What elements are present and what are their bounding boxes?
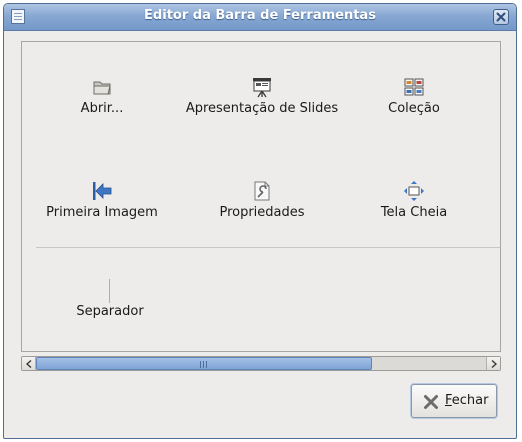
close-icon bbox=[496, 12, 506, 22]
window-close-button[interactable] bbox=[493, 9, 509, 25]
close-x-icon bbox=[424, 395, 438, 409]
toolbar-item-label: Primeira Imagem bbox=[46, 205, 158, 220]
separator-preview-line bbox=[109, 279, 110, 303]
toolbar-items-panel: Abrir... Apresentação de Slides Coleção … bbox=[21, 41, 501, 352]
collection-icon bbox=[404, 78, 424, 96]
toolbar-item-label: Separador bbox=[76, 304, 144, 319]
toolbar-item-label: Propriedades bbox=[219, 205, 305, 220]
toolbar-item-open[interactable]: Abrir... bbox=[22, 76, 182, 116]
toolbar-item-properties[interactable]: Propriedades bbox=[182, 180, 342, 220]
scroll-left-button[interactable] bbox=[22, 357, 36, 370]
close-button-label: Fechar bbox=[445, 393, 489, 408]
title-bar[interactable]: Editor da Barra de Ferramentas bbox=[4, 4, 516, 31]
toolbar-item-label: Coleção bbox=[388, 101, 440, 116]
section-divider bbox=[36, 247, 500, 248]
toolbar-item-fullscreen[interactable]: Tela Cheia bbox=[334, 180, 494, 220]
slideshow-icon bbox=[253, 78, 271, 98]
toolbar-item-first-image[interactable]: Primeira Imagem bbox=[22, 180, 182, 220]
toolbar-item-collection[interactable]: Coleção bbox=[334, 76, 494, 116]
toolbar-item-separator[interactable]: Separador bbox=[30, 304, 190, 319]
properties-icon bbox=[254, 181, 270, 201]
close-button[interactable]: Fechar bbox=[411, 384, 497, 418]
fullscreen-icon bbox=[404, 181, 424, 201]
toolbar-item-label: Abrir... bbox=[80, 101, 124, 116]
toolbar-item-label: Tela Cheia bbox=[380, 205, 448, 220]
chevron-left-icon bbox=[26, 360, 32, 368]
grip-icon bbox=[200, 361, 209, 368]
chevron-right-icon bbox=[491, 360, 497, 368]
window-title: Editor da Barra de Ferramentas bbox=[144, 8, 376, 23]
toolbar-item-label: Apresentação de Slides bbox=[185, 101, 339, 116]
scroll-right-button[interactable] bbox=[486, 357, 500, 370]
horizontal-scrollbar[interactable] bbox=[21, 356, 501, 371]
toolbar-editor-window: Editor da Barra de Ferramentas Abrir... bbox=[3, 3, 517, 439]
first-image-icon bbox=[93, 182, 112, 200]
folder-open-icon bbox=[93, 81, 111, 95]
scrollbar-thumb[interactable] bbox=[36, 357, 372, 370]
toolbar-item-slideshow[interactable]: Apresentação de Slides bbox=[182, 76, 342, 116]
